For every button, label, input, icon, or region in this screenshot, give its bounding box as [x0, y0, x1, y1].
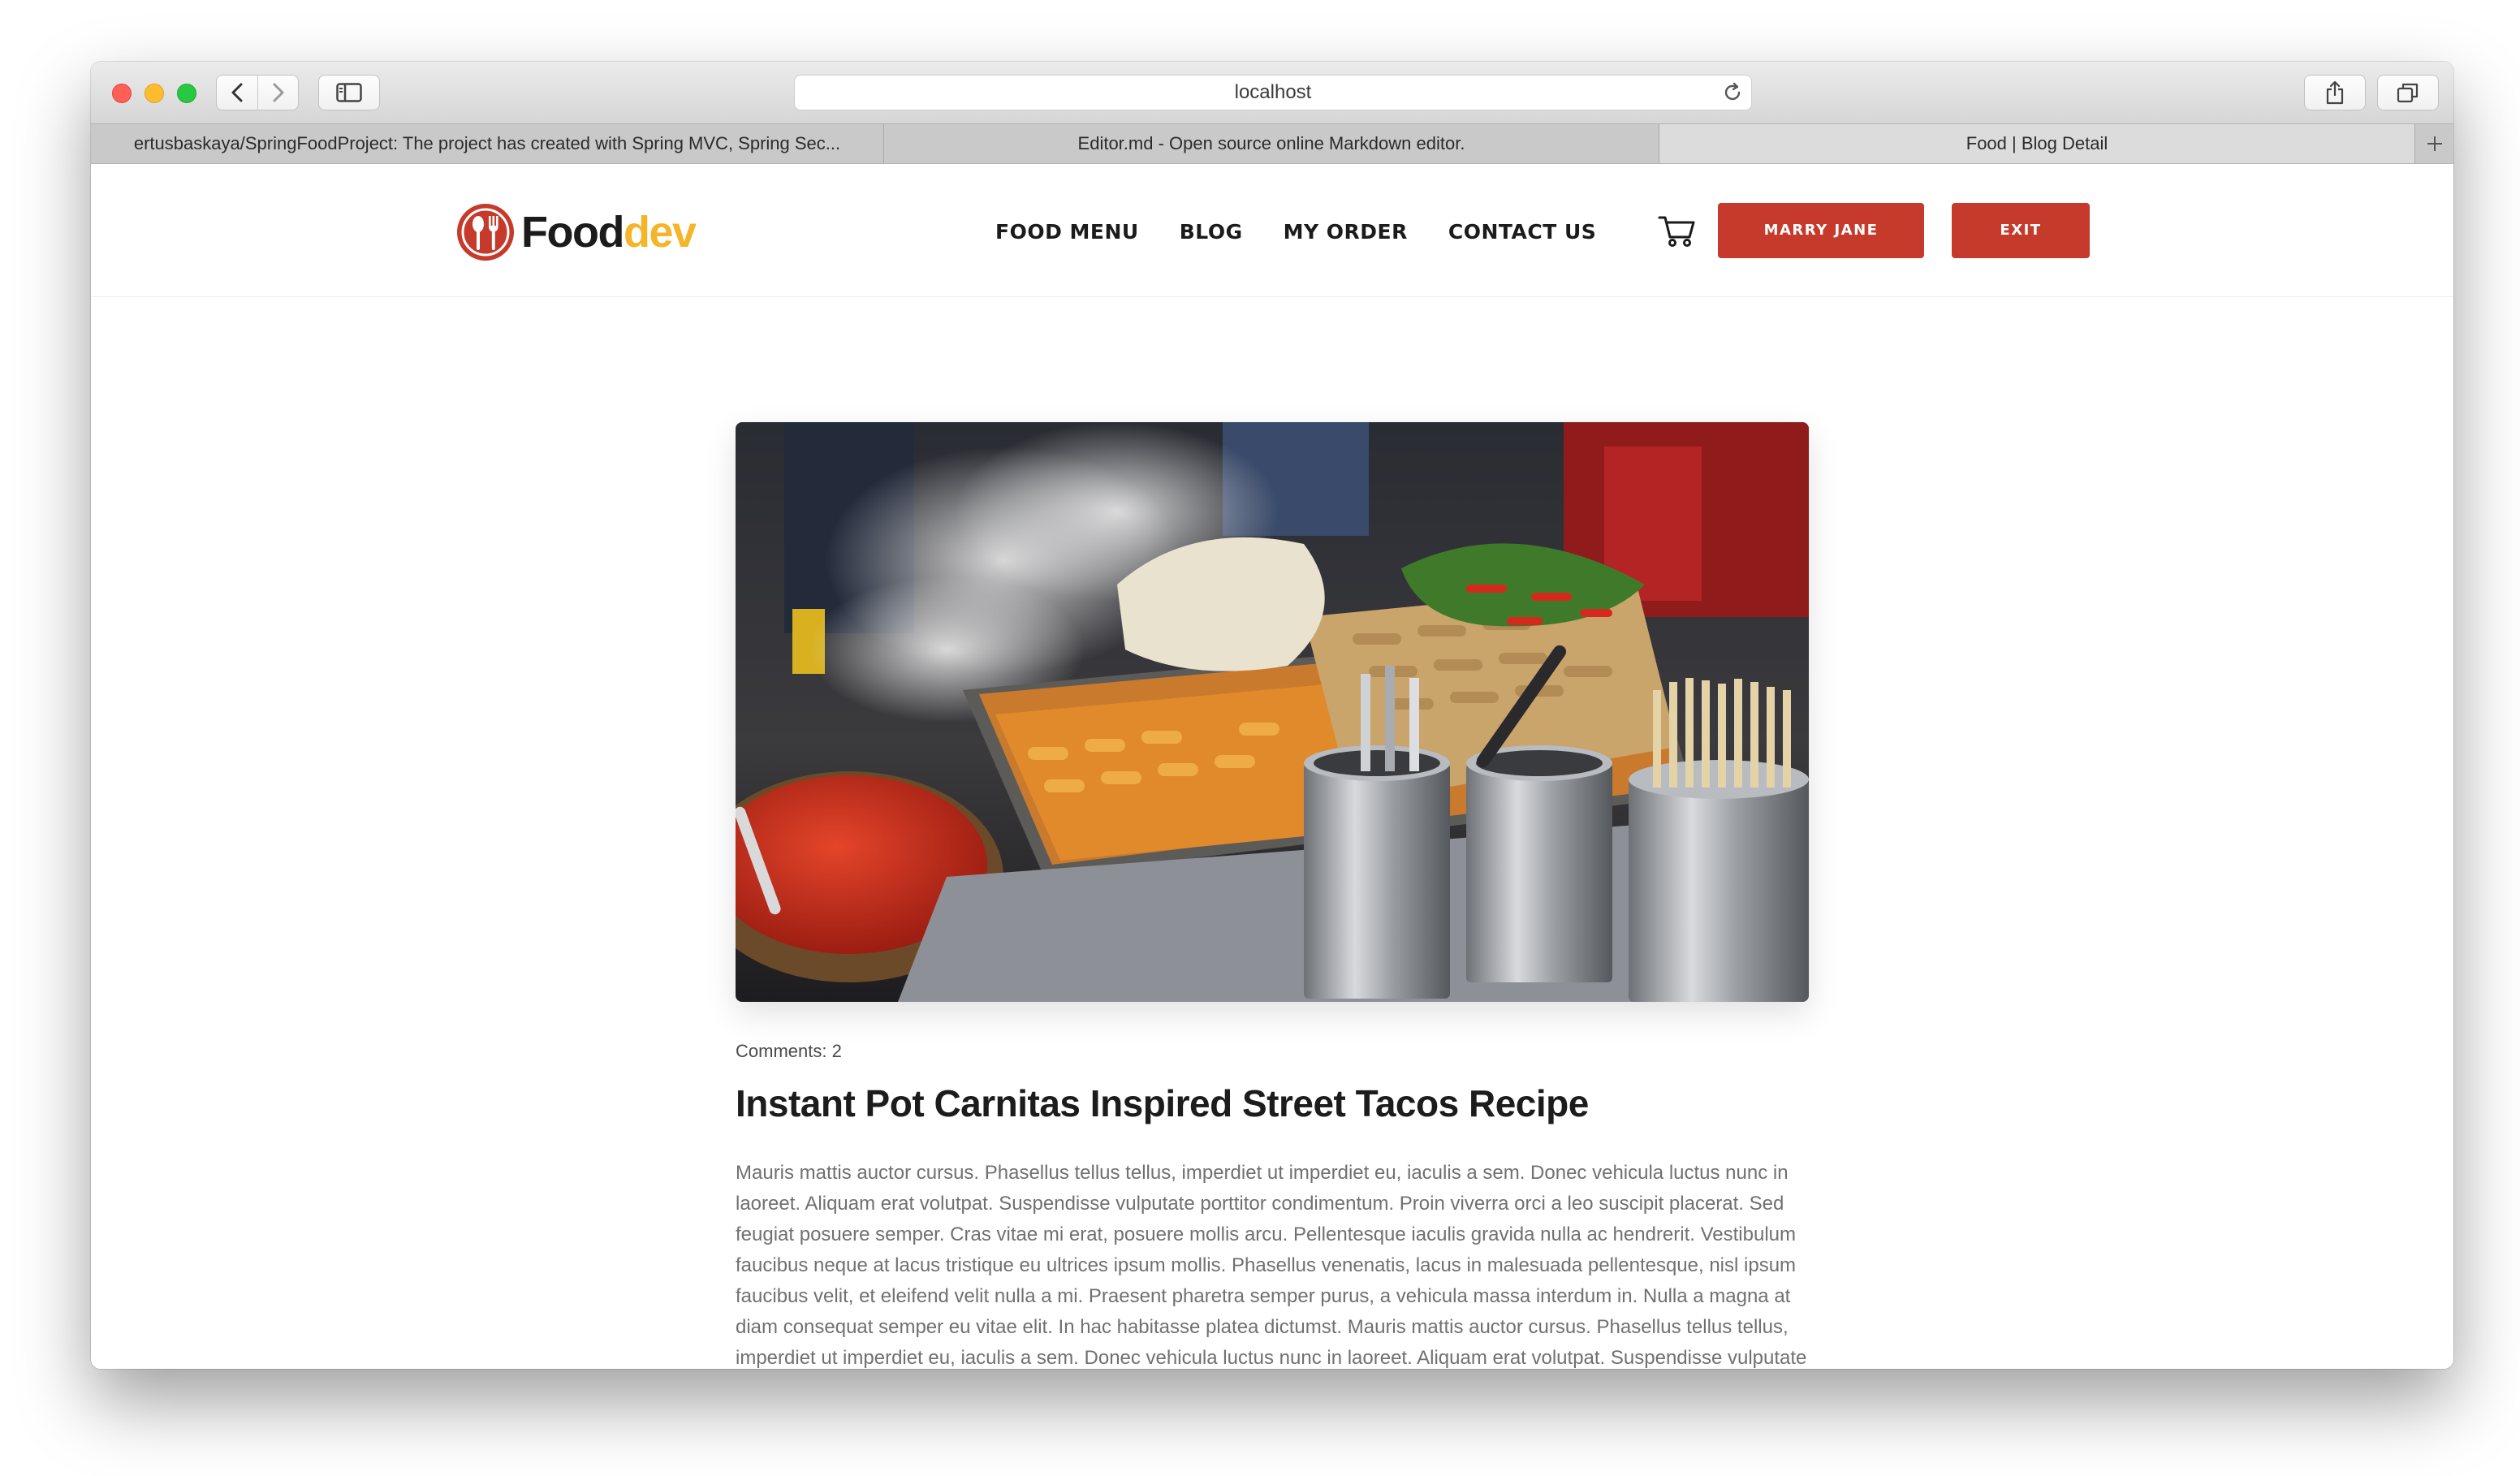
logo-wordmark-dev: dev	[623, 208, 697, 257]
browser-toolbar: localhost	[91, 62, 2453, 123]
share-icon	[2326, 80, 2344, 105]
back-button[interactable]	[217, 76, 257, 110]
screen: localhost ertusbaskaya/SpringFoodProject…	[0, 0, 2520, 1476]
close-window-button[interactable]	[112, 84, 132, 103]
share-button[interactable]	[2304, 75, 2366, 110]
history-nav-group	[216, 75, 299, 110]
post-title: Instant Pot Carnitas Inspired Street Tac…	[736, 1082, 1589, 1124]
tab-bar: ertusbaskaya/SpringFoodProject: The proj…	[91, 123, 2453, 164]
blog-hero-image	[736, 422, 1809, 1002]
tab-blog-detail[interactable]: Food | Blog Detail	[1659, 124, 2414, 163]
forward-icon	[273, 83, 283, 102]
sidebar-button[interactable]	[318, 75, 380, 110]
nav-contact-us[interactable]: CONTACT US	[1448, 213, 1596, 252]
logo-wordmark: Fooddev	[521, 207, 697, 257]
spoon-fork-icon	[457, 204, 514, 261]
reload-button[interactable]	[1722, 82, 1743, 107]
nav-blog[interactable]: BLOG	[1180, 213, 1243, 252]
cart-icon	[1658, 216, 1695, 247]
sidebar-icon	[336, 83, 362, 102]
nav-food-menu[interactable]: FOOD MENU	[995, 213, 1139, 252]
address-url: localhost	[1234, 81, 1312, 103]
new-tab-button[interactable]	[2414, 124, 2453, 163]
user-account-button[interactable]: MARRY JANE	[1718, 203, 1924, 258]
tabs-icon	[2397, 83, 2419, 103]
nav-my-order[interactable]: MY ORDER	[1284, 213, 1408, 252]
forward-button[interactable]	[257, 76, 298, 110]
zoom-window-button[interactable]	[177, 84, 196, 103]
minimize-window-button[interactable]	[145, 84, 164, 103]
address-bar[interactable]: localhost	[794, 75, 1752, 110]
comments-count: Comments: 2	[736, 1041, 842, 1061]
main-nav: FOOD MENU BLOG MY ORDER CONTACT US	[995, 213, 1596, 252]
plus-icon	[2427, 136, 2442, 151]
exit-button[interactable]: EXIT	[1952, 203, 2090, 258]
web-page: Fooddev FOOD MENU BLOG MY ORDER CONTACT …	[91, 164, 2453, 1369]
post-body: Mauris mattis auctor cursus. Phasellus t…	[736, 1162, 1807, 1369]
tab-editor-md[interactable]: Editor.md - Open source online Markdown …	[884, 124, 1659, 163]
tab-github[interactable]: ertusbaskaya/SpringFoodProject: The proj…	[91, 124, 884, 163]
browser-window: localhost ertusbaskaya/SpringFoodProject…	[91, 62, 2453, 1369]
cart-button[interactable]	[1653, 205, 1702, 253]
site-header: Fooddev FOOD MENU BLOG MY ORDER CONTACT …	[91, 164, 2453, 297]
reload-icon	[1724, 82, 1741, 101]
site-logo[interactable]: Fooddev	[455, 200, 697, 265]
logo-wordmark-food: Food	[521, 208, 624, 257]
show-tabs-button[interactable]	[2377, 75, 2439, 110]
back-icon	[231, 83, 243, 102]
